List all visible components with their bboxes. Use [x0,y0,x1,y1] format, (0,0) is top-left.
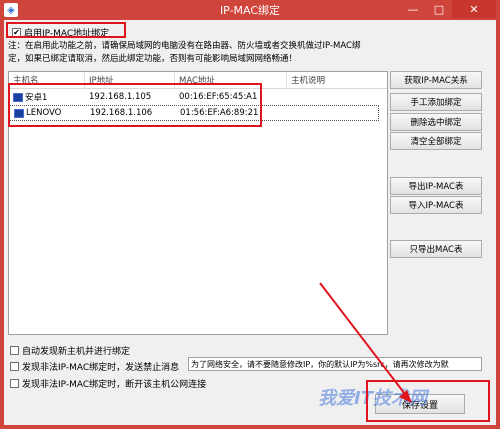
table-header: 主机名 IP地址 MAC地址 主机说明 [9,72,387,89]
host-name: 安卓1 [25,93,48,103]
import-ipmac-button[interactable]: 导入IP-MAC表 [390,196,482,214]
enable-binding-checkbox-row[interactable]: ✔ 启用IP-MAC地址绑定 [12,26,109,39]
notify-illegal-label: 发现非法IP-MAC绑定时，发送禁止消息 [22,363,180,373]
table-row[interactable]: 安卓1 192.168.1.105 00:16:EF:65:45:A1 [9,89,387,105]
column-header-mac[interactable]: MAC地址 [175,72,287,88]
auto-discover-row[interactable]: 自动发现新主机并进行绑定 [10,344,130,357]
clear-all-button[interactable]: 清空全部绑定 [390,132,482,150]
cell-host: 安卓1 [9,91,85,103]
enable-binding-checkbox[interactable]: ✔ [12,28,21,37]
auto-discover-checkbox[interactable] [10,346,19,355]
maximize-button[interactable]: □ [426,0,452,18]
manual-add-button[interactable]: 手工添加绑定 [390,93,482,111]
auto-discover-label: 自动发现新主机并进行绑定 [22,347,131,357]
binding-table[interactable]: 主机名 IP地址 MAC地址 主机说明 安卓1 192.168.1.105 00… [8,71,388,335]
host-name: LENOVO [26,108,62,118]
cell-host: LENOVO [10,108,86,118]
cell-ip: 192.168.1.105 [89,92,152,102]
column-header-host[interactable]: 主机名 [9,72,85,88]
note-line-2: 定，如果已绑定请取消，然后此绑定功能，否则有可能影响局域网网络畅通！ [8,54,298,64]
export-mac-only-button[interactable]: 只导出MAC表 [390,240,482,258]
title-bar[interactable]: ◈ IP-MAC绑定 — □ ✕ [0,0,500,20]
table-row[interactable]: LENOVO 192.168.1.106 01:56:EF:A6:89:21 [9,105,379,121]
window-controls: — □ ✕ [400,0,496,18]
notify-illegal-row[interactable]: 发现非法IP-MAC绑定时，发送禁止消息 [10,360,179,373]
network-app-icon: ◈ [4,3,18,17]
column-header-desc[interactable]: 主机说明 [287,72,387,88]
app-window: ◈ IP-MAC绑定 — □ ✕ ✔ 启用IP-MAC地址绑定 注：在启用此功能… [0,0,500,429]
computer-icon [14,108,24,118]
close-button[interactable]: ✕ [452,0,496,18]
window-title: IP-MAC绑定 [219,4,281,17]
note-line-1: 注：在启用此功能之前，请确保局域网的电脑没有在路由器、防火墙或者交换机做过IP-… [8,41,361,51]
watermark-logo: 我爱IT技术网 [318,388,427,409]
enable-binding-label: 启用IP-MAC地址绑定 [24,29,110,39]
cell-ip: 192.168.1.106 [90,108,153,118]
column-header-ip[interactable]: IP地址 [85,72,175,88]
notify-message-input[interactable]: 为了网络安全，请不要随意修改IP，你的默认IP为%src，请再次修改为默 [188,357,482,371]
cell-mac: 01:56:EF:A6:89:21 [180,108,259,118]
computer-icon [13,92,23,102]
disconnect-illegal-row[interactable]: 发现非法IP-MAC绑定时，断开该主机公网连接 [10,377,206,390]
minimize-button[interactable]: — [400,0,426,18]
cell-mac: 00:16:EF:65:45:A1 [179,92,258,102]
disconnect-illegal-checkbox[interactable] [10,379,19,388]
notify-illegal-checkbox[interactable] [10,362,19,371]
disconnect-illegal-label: 发现非法IP-MAC绑定时，断开该主机公网连接 [22,380,207,390]
get-ipmac-button[interactable]: 获取IP-MAC关系 [390,71,482,89]
note-text: 注：在启用此功能之前，请确保局域网的电脑没有在路由器、防火墙或者交换机做过IP-… [8,40,388,66]
export-ipmac-button[interactable]: 导出IP-MAC表 [390,177,482,195]
delete-selected-button[interactable]: 删除选中绑定 [390,113,482,131]
